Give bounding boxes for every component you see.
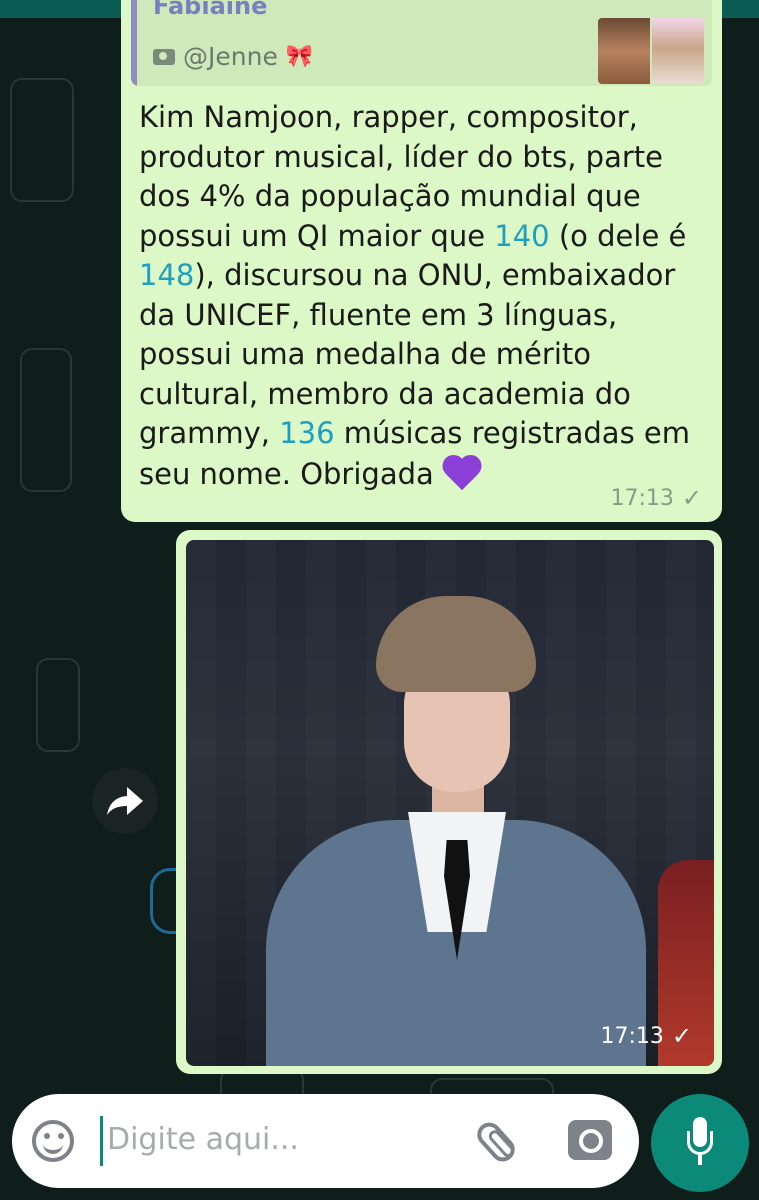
quote-author: Fabiaine [153,0,268,20]
number-link[interactable]: 148 [139,258,194,292]
message-meta: 17:13 ✓ [610,484,702,512]
quote-accent-bar [131,0,137,86]
quote-caption: @Jenne 🎀 [153,42,313,71]
check-icon: ✓ [671,1022,692,1050]
message-text-part: (o dele é [549,218,687,253]
thumbnail-left [598,18,650,84]
purple-heart-icon [443,454,483,490]
check-icon: ✓ [681,484,702,512]
forward-arrow-icon [107,787,143,815]
camera-icon[interactable] [568,1120,612,1160]
image-time: 17:13 [600,1023,664,1049]
ribbon-icon: 🎀 [285,44,314,69]
mic-icon [685,1117,715,1169]
emoji-icon[interactable] [32,1120,74,1162]
message-text: Kim Namjoon, rapper, compositor, produto… [139,98,709,494]
message-input[interactable]: Digite aqui... [107,1122,299,1157]
message-bubble[interactable]: Fabiaine @Jenne 🎀 Kim Namjoon, rapper, c… [121,0,722,522]
image-message-bubble[interactable]: 17:13 ✓ [176,530,722,1074]
message-time: 17:13 [610,485,674,511]
number-link[interactable]: 140 [494,219,549,253]
number-link[interactable]: 136 [279,416,334,450]
voice-record-button[interactable] [651,1094,749,1192]
message-input-bar[interactable]: Digite aqui... [12,1094,639,1188]
message-photo[interactable]: 17:13 ✓ [186,540,714,1066]
quoted-message[interactable]: Fabiaine @Jenne 🎀 [131,0,712,86]
quote-caption-text: @Jenne [183,42,278,71]
paperclip-icon[interactable] [472,1117,520,1167]
quote-thumbnail [598,18,704,84]
text-caret [100,1116,103,1166]
camera-icon [153,48,175,65]
thumbnail-right [652,18,704,84]
image-meta: 17:13 ✓ [600,1022,692,1050]
forward-button[interactable] [92,768,158,834]
